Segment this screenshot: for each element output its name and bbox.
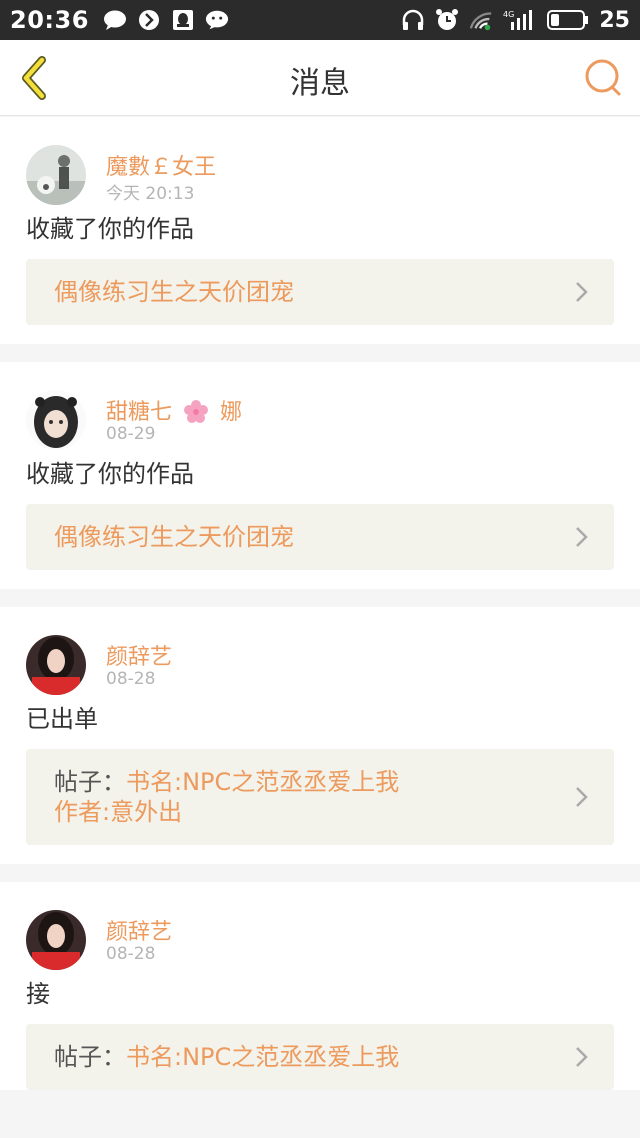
user-name[interactable]: 甜糖七 娜 [106, 394, 242, 426]
battery-icon [547, 8, 589, 32]
header-bar: 消息 [0, 40, 640, 116]
user-name[interactable]: 魔數￡女王 [106, 149, 216, 181]
post-prefix: 帖子： [54, 768, 126, 796]
headphones-icon [401, 8, 425, 32]
signal-icon: 4G [503, 8, 537, 32]
battery-level: 25 [599, 7, 630, 33]
message-card: 魔數￡女王 今天 20:13 收藏了你的作品 偶像练习生之天价团宠 [0, 117, 640, 344]
user-name[interactable]: 颜辞艺 [106, 639, 172, 671]
work-link[interactable]: 偶像练习生之天价团宠 [26, 259, 614, 325]
avatar[interactable] [26, 145, 86, 205]
network-label: 4G [503, 10, 514, 19]
chevron-right-icon [576, 282, 588, 302]
search-icon [585, 59, 621, 96]
book-name: 书名:NPC之范丞丞爱上我 [126, 1043, 400, 1071]
work-title: 偶像练习生之天价团宠 [54, 278, 294, 306]
message-time: 08-28 [106, 944, 156, 964]
wechat-icon [205, 8, 229, 32]
message-time: 今天 20:13 [106, 184, 195, 204]
message-time: 08-29 [106, 424, 156, 444]
message-time: 08-28 [106, 669, 156, 689]
post-link[interactable]: 帖子：书名:NPC之范丞丞爱上我 作者:意外出 [26, 749, 614, 845]
book-name: 书名:NPC之范丞丞爱上我 [126, 768, 400, 796]
qq-icon [171, 8, 195, 32]
search-button[interactable] [582, 56, 626, 100]
message-card: 颜辞艺 08-28 接 帖子：书名:NPC之范丞丞爱上我 [0, 882, 640, 1090]
page-title: 消息 [290, 66, 350, 101]
author-name: 作者:意外出 [54, 798, 183, 826]
chevron-right-icon [576, 527, 588, 547]
cherry-blossom-icon [184, 400, 209, 423]
work-title: 偶像练习生之天价团宠 [54, 523, 294, 551]
post-prefix: 帖子： [54, 1043, 126, 1071]
alarm-icon [435, 8, 459, 32]
app-icon [137, 8, 161, 32]
avatar[interactable] [26, 910, 86, 970]
user-name[interactable]: 颜辞艺 [106, 914, 172, 946]
work-link[interactable]: 偶像练习生之天价团宠 [26, 504, 614, 570]
status-bar: 20:36 4G 25 [0, 0, 640, 40]
user-name-text: 甜糖七 [106, 400, 173, 425]
user-name-suffix: 娜 [220, 400, 243, 425]
chevron-right-icon [576, 787, 588, 807]
message-card: 颜辞艺 08-28 已出单 帖子：书名:NPC之范丞丞爱上我 作者:意外出 [0, 607, 640, 864]
chat-bubble-icon [103, 8, 127, 32]
chevron-right-icon [576, 1047, 588, 1067]
wifi-icon [469, 8, 493, 32]
avatar[interactable] [26, 635, 86, 695]
message-card: 甜糖七 娜 08-29 收藏了你的作品 偶像练习生之天价团宠 [0, 362, 640, 589]
message-list: 魔數￡女王 今天 20:13 收藏了你的作品 偶像练习生之天价团宠 甜糖七 娜 … [0, 117, 640, 1108]
status-time: 20:36 [10, 6, 89, 34]
avatar[interactable] [26, 390, 86, 450]
post-link[interactable]: 帖子：书名:NPC之范丞丞爱上我 [26, 1024, 614, 1090]
